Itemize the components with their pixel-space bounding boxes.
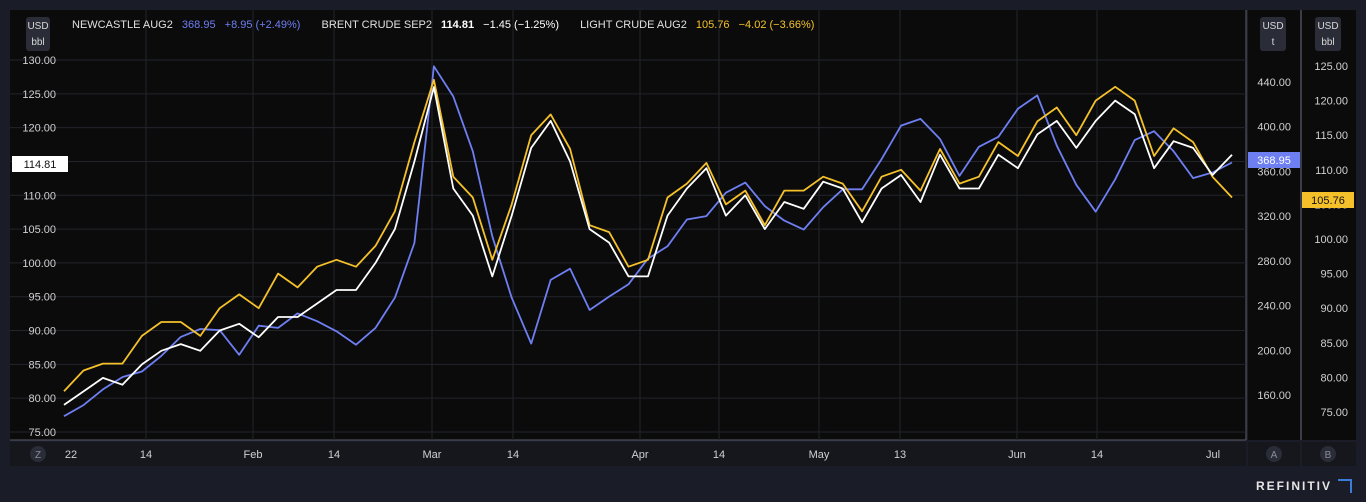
x-tick-label: Jul	[1206, 449, 1220, 461]
left-tick-label: 125.00	[22, 89, 56, 101]
x-tick-label: 14	[140, 449, 152, 461]
left-unit-measure: bbl	[31, 37, 44, 48]
legend-light-name[interactable]: LIGHT CRUDE AUG2	[580, 19, 687, 31]
axis-a-button[interactable]: A	[1266, 446, 1282, 462]
left-tick-label: 100.00	[22, 258, 56, 270]
left-tick-label: 85.00	[28, 359, 56, 371]
right-unit-currency: USD	[1317, 21, 1338, 32]
legend-newcastle-name[interactable]: NEWCASTLE AUG2	[72, 19, 173, 31]
x-tick-label: 14	[507, 449, 519, 461]
middle-tick-label: 440.00	[1257, 77, 1291, 89]
newcastle-last-badge: 368.95	[1248, 152, 1300, 168]
middle-unit-currency: USD	[1262, 21, 1283, 32]
chart-window: USD bbl USD t USD bbl NEWCASTLE AUG2 368…	[0, 0, 1366, 497]
left-tick-label: 90.00	[28, 326, 56, 338]
brent-last-value: 114.81	[24, 159, 57, 171]
axis-a-label: A	[1271, 450, 1278, 461]
x-tick-label: 14	[328, 449, 340, 461]
middle-unit-measure: t	[1272, 37, 1275, 48]
left-tick-label: 80.00	[28, 393, 56, 405]
axis-b-label: B	[1325, 450, 1332, 461]
right-tick-label: 85.00	[1320, 338, 1348, 350]
right-unit-box: USD bbl	[1315, 17, 1341, 51]
right-tick-label: 120.00	[1314, 96, 1348, 108]
brent-last-badge: 114.81	[12, 156, 68, 172]
chart-plot-panel	[10, 10, 1246, 440]
left-tick-label: 95.00	[28, 292, 56, 304]
right-tick-label: 100.00	[1314, 234, 1348, 246]
refinitiv-logo: REFINITIV	[1256, 479, 1352, 493]
left-unit-box: USD bbl	[26, 17, 50, 51]
left-tick-label: 120.00	[22, 123, 56, 135]
newcastle-last-value: 368.95	[1257, 155, 1291, 167]
zoom-button-label: Z	[35, 450, 41, 461]
x-tick-label: 13	[894, 449, 906, 461]
x-tick-label: Mar	[423, 449, 442, 461]
right-tick-label: 80.00	[1320, 372, 1348, 384]
left-unit-currency: USD	[27, 21, 48, 32]
x-axis-panel	[10, 442, 1246, 466]
legend-brent-change: −1.45 (−1.25%)	[483, 19, 559, 31]
right-tick-label: 90.00	[1320, 303, 1348, 315]
price-chart[interactable]: USD bbl USD t USD bbl NEWCASTLE AUG2 368…	[0, 0, 1366, 497]
light-last-value: 105.76	[1311, 195, 1345, 207]
right-tick-label: 115.00	[1315, 130, 1348, 142]
legend-brent-price: 114.81	[441, 19, 474, 31]
x-tick-label: May	[809, 449, 830, 461]
x-tick-label: Feb	[244, 449, 263, 461]
legend-light-price: 105.76	[696, 19, 730, 31]
light-last-badge: 105.76	[1302, 192, 1354, 208]
middle-unit-box: USD t	[1260, 17, 1286, 51]
left-tick-label: 130.00	[22, 55, 56, 67]
brand-name: REFINITIV	[1255, 479, 1332, 493]
middle-axis-panel	[1248, 10, 1300, 440]
middle-tick-label: 400.00	[1257, 122, 1291, 134]
axis-b-button[interactable]: B	[1320, 446, 1336, 462]
right-tick-label: 110.00	[1315, 165, 1348, 177]
middle-tick-label: 200.00	[1257, 345, 1291, 357]
x-tick-label: 22	[65, 449, 77, 461]
right-tick-label: 75.00	[1320, 407, 1348, 419]
left-tick-label: 75.00	[28, 427, 56, 439]
middle-tick-label: 360.00	[1257, 166, 1291, 178]
legend-brent-name[interactable]: BRENT CRUDE SEP2	[322, 19, 432, 31]
middle-tick-label: 280.00	[1257, 256, 1291, 268]
series-header[interactable]: NEWCASTLE AUG2 368.95 +8.95 (+2.49%) BRE…	[72, 19, 814, 31]
middle-tick-label: 240.00	[1257, 301, 1291, 313]
legend-light-change: −4.02 (−3.66%)	[739, 19, 815, 31]
x-tick-label: Apr	[631, 449, 648, 461]
x-tick-label: 14	[1091, 449, 1103, 461]
x-tick-label: Jun	[1008, 449, 1026, 461]
right-unit-measure: bbl	[1321, 37, 1334, 48]
legend-newcastle-change: +8.95 (+2.49%)	[225, 19, 301, 31]
right-tick-label: 95.00	[1320, 269, 1348, 281]
zoom-button[interactable]: Z	[30, 446, 46, 462]
legend-newcastle-price: 368.95	[182, 19, 216, 31]
brand-mark-icon	[1338, 479, 1352, 493]
x-tick-label: 14	[713, 449, 725, 461]
left-tick-label: 105.00	[22, 224, 56, 236]
middle-tick-label: 160.00	[1257, 390, 1291, 402]
middle-tick-label: 320.00	[1257, 211, 1291, 223]
left-tick-label: 110.00	[23, 190, 56, 202]
right-tick-label: 125.00	[1314, 61, 1348, 73]
